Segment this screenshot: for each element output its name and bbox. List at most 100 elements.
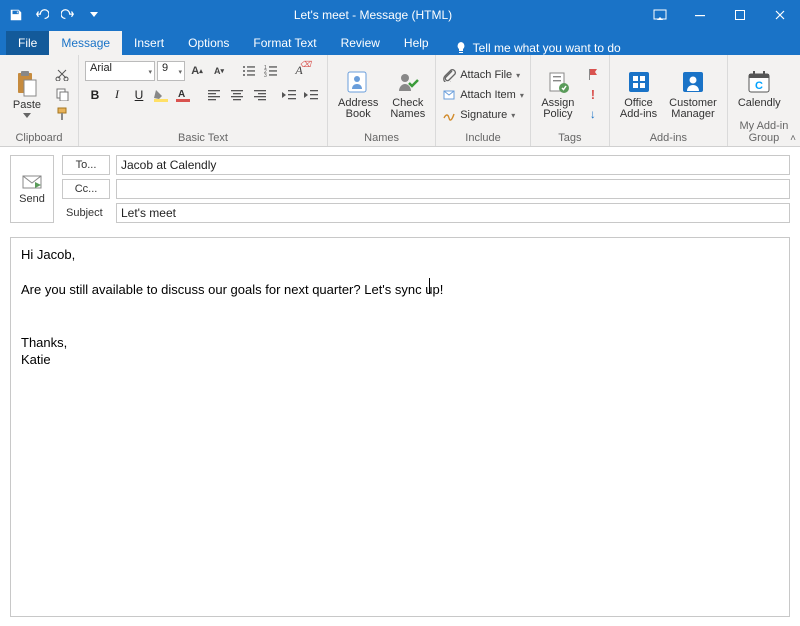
signature-icon	[442, 108, 456, 122]
message-header: Send To... Cc... Subject	[10, 155, 790, 223]
signature-button[interactable]: Signature▾	[442, 106, 515, 125]
paste-label: Paste	[13, 100, 41, 111]
minimize-icon[interactable]	[680, 0, 720, 29]
tab-options[interactable]: Options	[176, 31, 241, 55]
increase-indent-icon[interactable]	[301, 86, 321, 104]
paste-button[interactable]: Paste	[6, 68, 48, 120]
undo-icon[interactable]	[30, 4, 54, 26]
attach-item-button[interactable]: Attach Item▾	[442, 86, 524, 105]
tab-message[interactable]: Message	[49, 31, 122, 55]
check-names-label: Check Names	[390, 98, 425, 120]
highlight-icon[interactable]	[151, 86, 171, 104]
italic-button[interactable]: I	[107, 86, 127, 104]
align-left-icon[interactable]	[205, 86, 225, 104]
tab-file[interactable]: File	[6, 31, 49, 55]
tab-format-text[interactable]: Format Text	[241, 31, 328, 55]
assign-policy-button[interactable]: Assign Policy	[537, 66, 579, 122]
compose-pane: Send To... Cc... Subject Hi Jacob, Are y…	[0, 147, 800, 625]
customer-manager-button[interactable]: Customer Manager	[665, 66, 721, 122]
close-icon[interactable]	[760, 0, 800, 29]
address-book-button[interactable]: Address Book	[334, 66, 382, 122]
check-names-button[interactable]: Check Names	[386, 66, 429, 122]
ribbon: Paste Clipboard Arial▾ 9▾ A▴ A▾ 123 A	[0, 55, 800, 147]
calendly-label: Calendly	[738, 98, 781, 109]
high-importance-icon[interactable]: !	[583, 85, 603, 103]
body-line: Thanks,	[21, 334, 779, 352]
decrease-indent-icon[interactable]	[279, 86, 299, 104]
bullets-icon[interactable]	[239, 62, 259, 80]
align-right-icon[interactable]	[249, 86, 269, 104]
svg-text:A: A	[178, 89, 185, 100]
maximize-icon[interactable]	[720, 0, 760, 29]
follow-up-icon[interactable]	[583, 65, 603, 83]
assign-policy-label: Assign Policy	[541, 98, 574, 120]
calendly-icon: C	[745, 68, 773, 96]
qat-dropdown-icon[interactable]	[82, 4, 106, 26]
numbering-icon[interactable]: 123	[261, 62, 281, 80]
cut-icon[interactable]	[52, 65, 72, 83]
font-color-icon[interactable]: A	[173, 86, 193, 104]
address-book-label: Address Book	[338, 98, 378, 120]
body-line: Are you still available to discuss our g…	[21, 281, 779, 299]
svg-text:C: C	[755, 80, 763, 92]
group-basic-text-label: Basic Text	[85, 130, 321, 144]
send-label: Send	[19, 193, 45, 205]
format-painter-icon[interactable]	[52, 105, 72, 123]
group-tags: Assign Policy ! ↓ Tags	[531, 55, 610, 146]
group-addins: Office Add-ins Customer Manager Add-ins	[610, 55, 728, 146]
message-body[interactable]: Hi Jacob, Are you still available to dis…	[10, 237, 790, 617]
assign-policy-icon	[544, 68, 572, 96]
align-center-icon[interactable]	[227, 86, 247, 104]
ribbon-tabs: File Message Insert Options Format Text …	[0, 29, 800, 55]
group-basic-text: Arial▾ 9▾ A▴ A▾ 123 A⌫ B I U A	[79, 55, 328, 146]
chevron-down-icon	[23, 113, 31, 118]
clear-formatting-icon[interactable]: A⌫	[289, 62, 309, 80]
body-line: Katie	[21, 351, 779, 369]
tab-help[interactable]: Help	[392, 31, 441, 55]
window-title: Let's meet - Message (HTML)	[106, 8, 640, 22]
font-name-selector[interactable]: Arial▾	[85, 61, 155, 81]
tab-review[interactable]: Review	[329, 31, 392, 55]
underline-button[interactable]: U	[129, 86, 149, 104]
save-icon[interactable]	[4, 4, 28, 26]
send-icon	[21, 174, 43, 190]
calendly-button[interactable]: C Calendly	[734, 66, 785, 111]
paste-icon	[13, 70, 41, 98]
group-addins-label: Add-ins	[616, 130, 721, 144]
group-my-addin-label: My Add-in Group	[734, 118, 794, 144]
send-button[interactable]: Send	[10, 155, 54, 223]
office-addins-label: Office Add-ins	[620, 98, 657, 120]
subject-label: Subject	[62, 203, 110, 223]
tab-insert[interactable]: Insert	[122, 31, 176, 55]
low-importance-icon[interactable]: ↓	[583, 105, 603, 123]
attach-file-button[interactable]: Attach File▾	[442, 66, 520, 85]
group-clipboard-label: Clipboard	[6, 130, 72, 144]
office-addins-button[interactable]: Office Add-ins	[616, 66, 661, 122]
cc-input[interactable]	[116, 179, 790, 199]
font-size-selector[interactable]: 9▾	[157, 61, 185, 81]
cc-button[interactable]: Cc...	[62, 179, 110, 199]
window-controls	[640, 0, 800, 29]
subject-input[interactable]	[116, 203, 790, 223]
address-book-icon	[344, 68, 372, 96]
shrink-font-icon[interactable]: A▾	[209, 62, 229, 80]
tell-me-search[interactable]: Tell me what you want to do	[445, 41, 631, 55]
redo-icon[interactable]	[56, 4, 80, 26]
collapse-ribbon-icon[interactable]: ˄	[790, 133, 796, 144]
to-button[interactable]: To...	[62, 155, 110, 175]
chevron-down-icon: ▾	[148, 68, 152, 76]
group-tags-label: Tags	[537, 130, 603, 144]
customer-manager-icon	[679, 68, 707, 96]
ribbon-display-icon[interactable]	[640, 0, 680, 29]
tell-me-label: Tell me what you want to do	[473, 41, 621, 55]
grow-font-icon[interactable]: A▴	[187, 62, 207, 80]
to-input[interactable]	[116, 155, 790, 175]
body-line: Hi Jacob,	[21, 246, 779, 264]
chevron-down-icon: ▾	[178, 68, 182, 76]
group-include-label: Include	[442, 130, 524, 144]
group-names: Address Book Check Names Names	[328, 55, 436, 146]
group-names-label: Names	[334, 130, 429, 144]
title-bar: Let's meet - Message (HTML)	[0, 0, 800, 29]
copy-icon[interactable]	[52, 85, 72, 103]
bold-button[interactable]: B	[85, 86, 105, 104]
